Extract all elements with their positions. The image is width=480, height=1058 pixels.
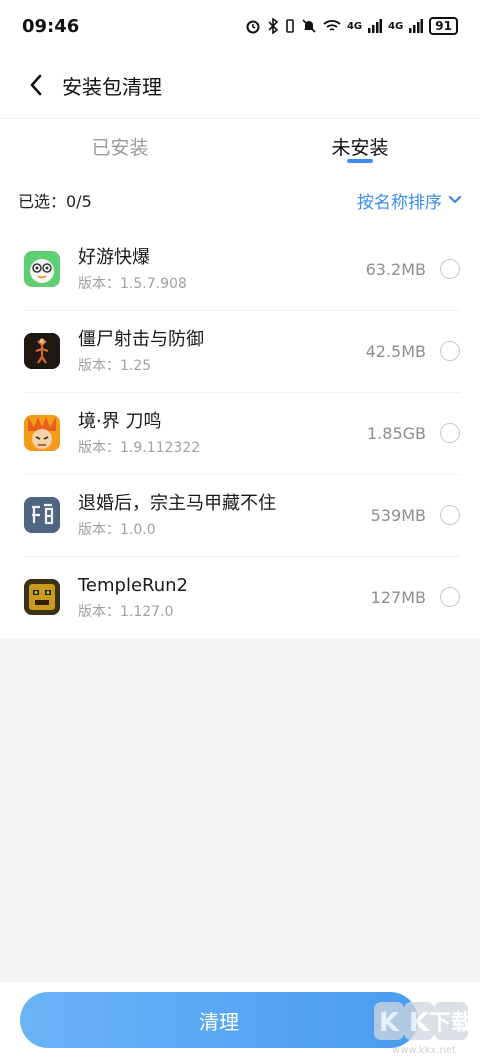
tab-not-installed[interactable]: 未安装: [240, 119, 480, 172]
kkx-watermark-logo: K K 下载 www.kkx.net: [372, 1000, 473, 1056]
list-item[interactable]: 退婚后，宗主马甲藏不住 版本：1.0.0 539MB: [0, 474, 480, 556]
clean-button-label: 清理: [199, 1009, 239, 1034]
app-name: 退婚后，宗主马甲藏不住: [78, 493, 276, 514]
chevron-down-icon: [448, 195, 462, 204]
select-radio[interactable]: [440, 587, 460, 607]
tab-label: 未安装: [331, 137, 389, 159]
tab-bar: 已安装 未安装: [0, 118, 480, 172]
select-radio[interactable]: [440, 341, 460, 361]
app-version: 版本：1.25: [78, 358, 152, 374]
app-name: 境·界 刀鸣: [78, 411, 162, 432]
select-radio[interactable]: [440, 505, 460, 525]
app-size: 127MB: [370, 587, 426, 607]
list-item[interactable]: 好游快爆 版本：1.5.7.908 63.2MB: [0, 228, 480, 310]
list-item[interactable]: TempleRun2 版本：1.127.0 127MB: [0, 556, 480, 638]
zombie-icon: [24, 333, 60, 369]
back-button[interactable]: [10, 59, 62, 111]
signal-icon: [368, 19, 383, 33]
app-name: TempleRun2: [78, 575, 189, 596]
app-version: 版本：1.9.112322: [78, 440, 201, 456]
app-size: 1.85GB: [367, 423, 426, 443]
app-header: 安装包清理: [0, 52, 480, 118]
hun-icon: [24, 497, 60, 533]
sort-label: 按名称排序: [357, 192, 442, 213]
filter-bar: 已选：0/5 按名称排序: [0, 172, 480, 228]
svg-text:下载: 下载: [429, 1010, 472, 1036]
status-bar: 09:46 4G 4G 91: [0, 0, 480, 52]
wifi-icon: [323, 20, 341, 31]
haoyou-icon: [24, 251, 60, 287]
app-name: 好游快爆: [78, 247, 150, 268]
app-size: 539MB: [370, 505, 426, 525]
alarm-icon: [246, 20, 260, 34]
chevron-left-icon: [30, 74, 42, 96]
select-radio[interactable]: [440, 423, 460, 443]
app-version: 版本：1.127.0: [78, 604, 174, 620]
network-label-2: 4G: [388, 20, 404, 32]
status-icons: 4G 4G 91: [245, 17, 458, 35]
app-version: 版本：1.0.0: [78, 522, 156, 538]
list-item[interactable]: 境·界 刀鸣 版本：1.9.112322 1.85GB: [0, 392, 480, 474]
network-label-1: 4G: [346, 20, 363, 32]
tab-label: 已安装: [91, 137, 149, 159]
app-size: 42.5MB: [365, 341, 426, 361]
svg-text:www.kkx.net: www.kkx.net: [392, 1045, 456, 1056]
selected-count: 已选：0/5: [18, 192, 92, 211]
app-name: 僵尸射击与防御: [78, 329, 204, 350]
list-item[interactable]: 僵尸射击与防御 版本：1.25 42.5MB: [0, 310, 480, 392]
app-size: 63.2MB: [365, 259, 426, 279]
signal-icon: [409, 19, 424, 33]
bleach-icon: [24, 415, 60, 451]
vibrate-icon: [286, 19, 294, 33]
page-title: 安装包清理: [62, 74, 162, 99]
templerun-icon: [24, 579, 60, 615]
battery-indicator: 91: [429, 17, 458, 35]
clean-button[interactable]: 清理: [20, 992, 418, 1048]
sort-dropdown[interactable]: 按名称排序: [357, 188, 462, 213]
package-list: 好游快爆 版本：1.5.7.908 63.2MB 僵尸射击与防御 版本：1.25…: [0, 228, 480, 638]
select-radio[interactable]: [440, 259, 460, 279]
status-time: 09:46: [22, 15, 80, 37]
bluetooth-icon: [268, 18, 279, 34]
mute-icon: [302, 19, 316, 33]
svg-text:K: K: [409, 1008, 430, 1038]
app-version: 版本：1.5.7.908: [78, 276, 187, 292]
tab-installed[interactable]: 已安装: [0, 119, 240, 172]
svg-text:K: K: [379, 1008, 400, 1038]
tab-active-indicator: [347, 159, 373, 163]
